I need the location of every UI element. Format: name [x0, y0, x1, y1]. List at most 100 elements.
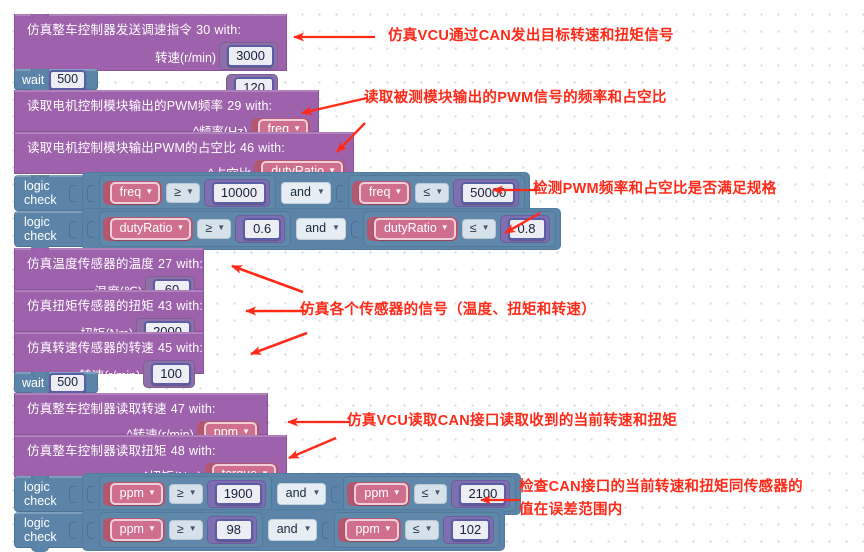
conjunction-label: and — [290, 185, 311, 199]
chevron-down-icon: ▼ — [433, 488, 442, 497]
variable-chip-right[interactable]: ppm ▼ — [345, 519, 399, 541]
block-procedure-call-43[interactable]: 仿真扭矩传感器的扭矩43with: 扭矩(Nm) 2000 — [14, 290, 204, 346]
variable-socket: freq ▼ — [102, 181, 163, 205]
variable-chip-right[interactable]: freq ▼ — [358, 182, 410, 204]
value-socket: 0.6 — [235, 215, 286, 243]
boolean-socket-icon — [86, 184, 94, 202]
conjunction-dropdown[interactable]: and ▼ — [267, 519, 318, 541]
value-socket: 50000 — [453, 179, 520, 207]
boolean-socket-icon — [68, 184, 76, 202]
variable-name: dutyRatio — [119, 221, 173, 235]
block-with-label: with: — [189, 402, 216, 416]
chevron-down-icon: ▼ — [145, 187, 154, 196]
block-procedure-call-27[interactable]: 仿真温度传感器的温度27with: 温度(℃) 60 — [14, 248, 204, 304]
block-notch-top — [31, 69, 49, 74]
number-field-rpm[interactable]: 100 — [151, 363, 191, 385]
wait-duration-field[interactable]: 500 — [49, 372, 87, 393]
variable-socket: ppm ▼ — [347, 482, 410, 506]
block-number: 48 — [170, 444, 186, 458]
block-procedure-call-45[interactable]: 仿真转速传感器的转速 45 with: 转速(r/min) 100 — [14, 332, 204, 388]
chevron-down-icon: ▼ — [383, 524, 392, 533]
chevron-down-icon: ▼ — [332, 223, 340, 232]
comparison-right: ppm ▼ ≤ ▼ 2100 — [343, 476, 517, 512]
chevron-down-icon: ▼ — [186, 187, 194, 196]
variable-chip-left[interactable]: ppm ▼ — [109, 519, 163, 541]
variable-chip-left[interactable]: ppm ▼ — [109, 483, 163, 505]
operator-dropdown-left[interactable]: ≥ ▼ — [197, 219, 232, 239]
conjunction-dropdown[interactable]: and ▼ — [296, 218, 346, 240]
block-procedure-call-48[interactable]: 仿真整车控制器读取扭矩48with: ^扭矩(Nm) torque ▼ — [14, 435, 287, 487]
annotation-4: 仿真各个传感器的信号（温度、扭矩和转速） — [300, 302, 596, 318]
boolean-socket-icon — [350, 220, 358, 238]
annotation-5: 仿真VCU读取CAN接口读取收到的当前转速和扭矩 — [347, 413, 678, 429]
conjunction-label: and — [276, 522, 298, 536]
boolean-expression-group: ppm ▼ ≥ ▼ 98 and ▼ ppm ▼ ≤ ▼ 102 — [81, 509, 506, 551]
number-field-left[interactable]: 98 — [214, 519, 253, 541]
conjunction-dropdown[interactable]: and ▼ — [281, 182, 331, 204]
block-number: 29 — [227, 99, 242, 113]
chevron-down-icon: ▼ — [435, 187, 444, 196]
operator-dropdown-right[interactable]: ≤ ▼ — [461, 219, 496, 239]
conjunction-label: and — [305, 221, 327, 235]
operator-dropdown-right[interactable]: ≤ ▼ — [415, 183, 450, 203]
wait-label: wait — [22, 375, 45, 390]
comparison-left: freq ▼ ≥ ▼ 10000 — [98, 175, 277, 211]
block-notch-top — [31, 476, 49, 481]
blockly-workspace[interactable]: 仿真整车控制器发送调速指令30with: 转速(r/min) 3000 扭矩(N… — [0, 0, 864, 552]
value-socket: 100 — [143, 360, 195, 388]
boolean-socket-icon — [86, 521, 94, 539]
number-field-right[interactable]: 0.8 — [507, 218, 546, 240]
block-number: 30 — [196, 23, 211, 37]
block-logic-check-freq[interactable]: logic check freq ▼ ≥ ▼ 10000 and ▼ freq … — [14, 172, 531, 214]
block-number: 46 — [239, 141, 255, 155]
block-notch-top — [31, 14, 49, 19]
block-procedure-call-47[interactable]: 仿真整车控制器读取转速47with: ^转速(r/min) ppm ▼ — [14, 393, 268, 445]
value-socket: 1900 — [206, 480, 266, 508]
conjunction-dropdown[interactable]: and ▼ — [276, 483, 327, 505]
number-field-right[interactable]: 102 — [450, 519, 491, 541]
block-procedure-call-30[interactable]: 仿真整车控制器发送调速指令30with: 转速(r/min) 3000 扭矩(N… — [14, 14, 287, 102]
block-procedure-call-46[interactable]: 读取电机控制模块输出PWM的占空比46with: ^占空比 dutyRatio … — [14, 132, 354, 184]
number-field-left[interactable]: 0.6 — [243, 218, 282, 240]
number-field-right[interactable]: 2100 — [459, 483, 507, 505]
block-logic-check-dutyratio[interactable]: logic check dutyRatio ▼ ≥ ▼ 0.6 and ▼ du… — [14, 208, 561, 251]
operator-symbol: ≤ — [412, 522, 420, 536]
variable-chip-right[interactable]: ppm ▼ — [354, 483, 408, 505]
block-header: 读取电机控制模块输出PWM的占空比 46 with: — [15, 133, 353, 159]
comparison-right: ppm ▼ ≤ ▼ 102 — [334, 512, 501, 548]
logic-check-label: logic check — [24, 480, 57, 508]
boolean-expression-group: dutyRatio ▼ ≥ ▼ 0.6 and ▼ dutyRatio ▼ ≤ … — [81, 208, 561, 250]
block-header: 仿真转速传感器的转速 45 with: — [15, 333, 203, 359]
chevron-down-icon: ▼ — [312, 488, 321, 497]
chevron-down-icon: ▼ — [424, 524, 433, 533]
boolean-socket-icon — [68, 485, 76, 503]
number-field-left[interactable]: 1900 — [214, 483, 262, 505]
value-socket: 3000 — [219, 42, 278, 70]
variable-chip-left[interactable]: dutyRatio ▼ — [109, 218, 192, 240]
operator-dropdown-right[interactable]: ≤ ▼ — [413, 484, 448, 504]
wait-duration-field[interactable]: 500 — [49, 69, 87, 90]
operator-dropdown-left[interactable]: ≥ ▼ — [166, 183, 200, 203]
block-notch-top — [31, 175, 49, 180]
variable-chip-left[interactable]: freq ▼ — [109, 182, 161, 204]
block-logic-check-ppm-rpm[interactable]: logic check ppm ▼ ≥ ▼ 1900 and ▼ ppm ▼ ≤… — [14, 473, 522, 515]
boolean-socket-icon — [335, 184, 343, 202]
block-logic-check-ppm-torque[interactable]: logic check ppm ▼ ≥ ▼ 98 and ▼ ppm ▼ ≤ ▼… — [14, 509, 506, 552]
block-procedure-call-29[interactable]: 读取电机控制模块输出的PWM频率29with: ^频率(Hz) freq ▼ — [14, 90, 319, 142]
variable-socket: ppm ▼ — [102, 518, 165, 542]
block-notch-bottom — [31, 547, 49, 552]
block-wait-2[interactable]: wait 500 — [14, 372, 98, 397]
variable-name: ppm — [355, 522, 380, 536]
operator-dropdown-right[interactable]: ≤ ▼ — [404, 520, 439, 540]
operator-dropdown-left[interactable]: ≥ ▼ — [168, 484, 203, 504]
value-socket: 10000 — [203, 179, 271, 207]
number-field-right[interactable]: 50000 — [461, 182, 516, 204]
operator-dropdown-left[interactable]: ≥ ▼ — [168, 520, 203, 540]
block-with-label: with: — [245, 99, 273, 113]
chevron-down-icon: ▼ — [394, 187, 403, 196]
block-wait-1[interactable]: wait 500 — [14, 69, 98, 94]
logic-check-label: logic check — [24, 215, 57, 243]
variable-chip-right[interactable]: dutyRatio ▼ — [373, 218, 456, 240]
number-field-left[interactable]: 10000 — [211, 182, 267, 204]
number-field-rpm[interactable]: 3000 — [227, 45, 274, 67]
